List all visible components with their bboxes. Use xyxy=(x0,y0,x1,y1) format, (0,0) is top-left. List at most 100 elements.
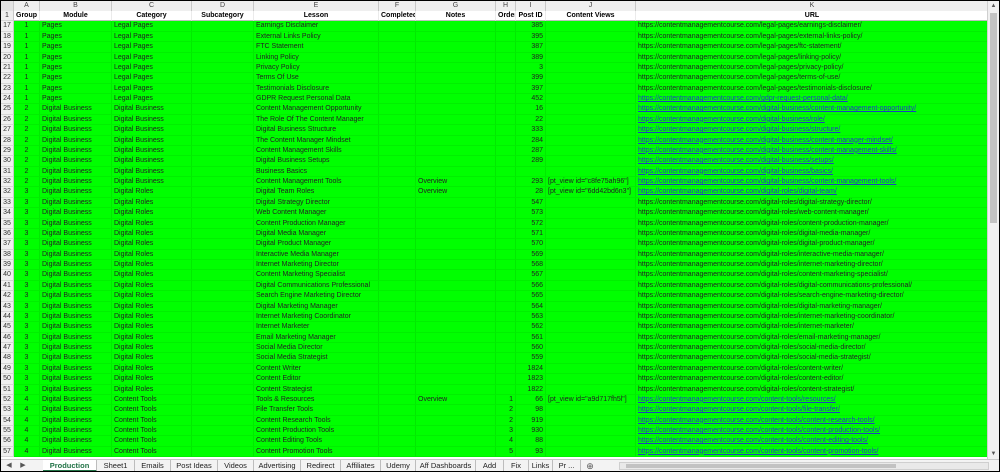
cell-module[interactable]: Digital Business xyxy=(40,135,112,146)
cell-completed[interactable] xyxy=(379,363,416,375)
cell-category[interactable]: Content Tools xyxy=(112,405,192,416)
cell-sub[interactable] xyxy=(192,228,254,240)
cell-views[interactable] xyxy=(546,21,636,32)
row-number[interactable]: 20 xyxy=(1,52,14,63)
cell-category[interactable]: Legal Pages xyxy=(112,94,192,105)
cell-completed[interactable] xyxy=(379,52,416,63)
row-number[interactable]: 36 xyxy=(1,228,14,240)
cell-post-id[interactable]: 570 xyxy=(516,239,546,250)
cell-views[interactable] xyxy=(546,415,636,426)
cell-completed[interactable] xyxy=(379,135,416,146)
cell-views[interactable] xyxy=(546,73,636,84)
cell-completed[interactable] xyxy=(379,343,416,354)
cell-group[interactable]: 4 xyxy=(14,446,40,458)
cell-completed[interactable] xyxy=(379,31,416,43)
row-number[interactable]: 32 xyxy=(1,187,14,198)
cell-order[interactable] xyxy=(496,228,516,240)
cell-sub[interactable] xyxy=(192,197,254,209)
cell-completed[interactable] xyxy=(379,145,416,157)
row-number[interactable]: 53 xyxy=(1,405,14,416)
cell-group[interactable]: 2 xyxy=(14,177,40,188)
header-cell[interactable]: Completed xyxy=(379,11,416,22)
cell-views[interactable] xyxy=(546,62,636,74)
cell-group[interactable]: 4 xyxy=(14,436,40,447)
cell-order[interactable] xyxy=(496,343,516,354)
cell-sub[interactable] xyxy=(192,52,254,63)
cell-group[interactable]: 2 xyxy=(14,135,40,146)
row-number[interactable]: 30 xyxy=(1,156,14,167)
cell-views[interactable] xyxy=(546,311,636,323)
cell-sub[interactable] xyxy=(192,343,254,354)
cell-order[interactable] xyxy=(496,104,516,115)
cell-url[interactable]: https://contentmanagementcourse.com/digi… xyxy=(636,218,989,229)
sheet-tab[interactable]: Videos xyxy=(218,460,254,471)
cell-category[interactable]: Digital Business xyxy=(112,135,192,146)
cell-notes[interactable] xyxy=(416,249,496,260)
column-header-j[interactable]: J xyxy=(546,1,636,11)
cell-views[interactable]: [pt_view id="a9d717fh5l"] xyxy=(546,394,636,406)
cell-lesson[interactable]: Content Production Manager xyxy=(254,218,379,229)
cell-module[interactable]: Pages xyxy=(40,52,112,63)
cell-views[interactable] xyxy=(546,322,636,333)
cell-category[interactable]: Digital Roles xyxy=(112,208,192,219)
cell-category[interactable]: Digital Roles xyxy=(112,343,192,354)
column-header-k[interactable]: K xyxy=(636,1,989,11)
cell-order[interactable] xyxy=(496,42,516,53)
cell-views[interactable] xyxy=(546,94,636,105)
cell-url[interactable]: https://contentmanagementcourse.com/lega… xyxy=(636,73,989,84)
cell-notes[interactable] xyxy=(416,104,496,115)
cell-group[interactable]: 1 xyxy=(14,94,40,105)
cell-category[interactable]: Digital Roles xyxy=(112,291,192,302)
cell-group[interactable]: 1 xyxy=(14,62,40,74)
cell-completed[interactable] xyxy=(379,270,416,281)
cell-views[interactable] xyxy=(546,384,636,395)
cell-notes[interactable] xyxy=(416,197,496,209)
cell-views[interactable] xyxy=(546,436,636,447)
cell-module[interactable]: Digital Business xyxy=(40,239,112,250)
cell-notes[interactable] xyxy=(416,332,496,343)
cell-sub[interactable] xyxy=(192,426,254,437)
cell-module[interactable]: Digital Business xyxy=(40,218,112,229)
cell-notes[interactable]: Overview xyxy=(416,394,496,406)
cell-order[interactable]: 1 xyxy=(496,394,516,406)
cell-module[interactable]: Digital Business xyxy=(40,394,112,406)
cell-url[interactable]: https://contentmanagementcourse.com/digi… xyxy=(636,291,989,302)
row-number[interactable]: 49 xyxy=(1,363,14,375)
cell-completed[interactable] xyxy=(379,21,416,32)
cell-views[interactable] xyxy=(546,260,636,271)
cell-notes[interactable] xyxy=(416,446,496,458)
cell-url[interactable]: https://contentmanagementcourse.com/digi… xyxy=(636,301,989,312)
cell-category[interactable]: Digital Business xyxy=(112,166,192,177)
cell-url[interactable]: https://contentmanagementcourse.com/digi… xyxy=(636,208,989,219)
horizontal-scrollbar[interactable] xyxy=(619,462,989,470)
cell-sub[interactable] xyxy=(192,218,254,229)
cell-category[interactable]: Content Tools xyxy=(112,415,192,426)
cell-notes[interactable] xyxy=(416,156,496,167)
cell-category[interactable]: Content Tools xyxy=(112,436,192,447)
cell-url[interactable]: https://contentmanagementcourse.com/digi… xyxy=(636,374,989,385)
cell-notes[interactable] xyxy=(416,291,496,302)
cell-module[interactable]: Digital Business xyxy=(40,228,112,240)
sheet-tab[interactable]: Affiliates xyxy=(341,460,381,471)
cell-category[interactable]: Digital Roles xyxy=(112,239,192,250)
cell-post-id[interactable]: 573 xyxy=(516,208,546,219)
select-all-corner[interactable] xyxy=(1,1,14,11)
cell-group[interactable]: 3 xyxy=(14,218,40,229)
cell-completed[interactable] xyxy=(379,384,416,395)
cell-module[interactable]: Digital Business xyxy=(40,104,112,115)
row-number[interactable]: 1 xyxy=(1,11,14,22)
cell-lesson[interactable]: Digital Product Manager xyxy=(254,239,379,250)
cell-lesson[interactable]: Digital Marketing Manager xyxy=(254,301,379,312)
cell-lesson[interactable]: Linking Policy xyxy=(254,52,379,63)
cell-completed[interactable] xyxy=(379,208,416,219)
cell-views[interactable] xyxy=(546,197,636,209)
cell-module[interactable]: Pages xyxy=(40,31,112,43)
cell-post-id[interactable]: 562 xyxy=(516,322,546,333)
cell-views[interactable] xyxy=(546,301,636,312)
cell-lesson[interactable]: Internet Marketing Director xyxy=(254,260,379,271)
cell-post-id[interactable]: 287 xyxy=(516,145,546,157)
cell-completed[interactable] xyxy=(379,83,416,94)
cell-notes[interactable] xyxy=(416,62,496,74)
column-header-h[interactable]: H xyxy=(496,1,516,11)
cell-order[interactable] xyxy=(496,208,516,219)
